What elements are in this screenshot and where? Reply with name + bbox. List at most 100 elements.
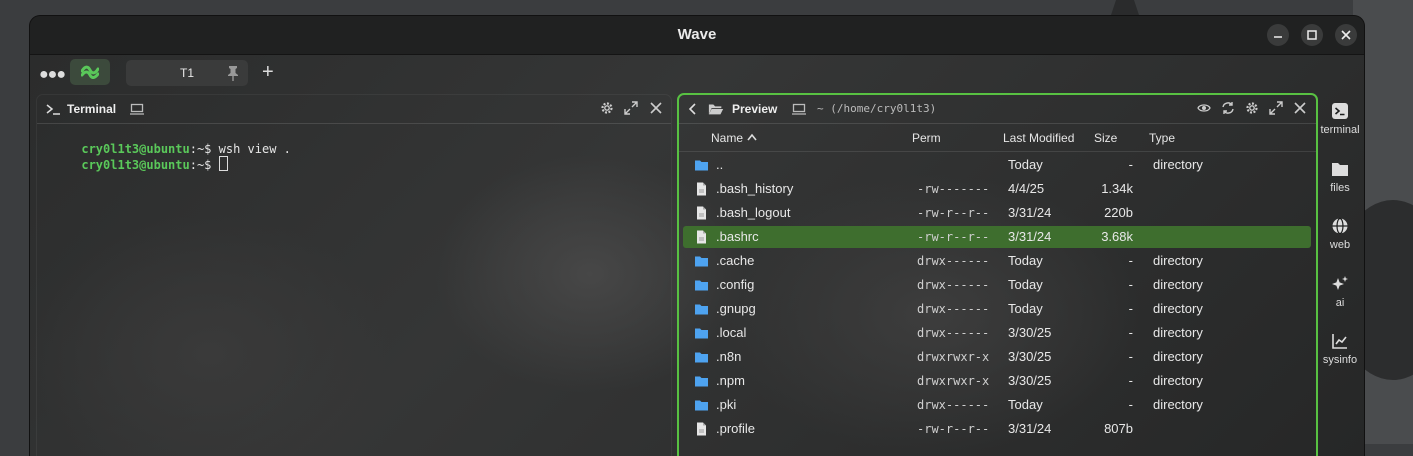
file-row[interactable]: .npm drwxrwxr-x 3/30/25 - directory xyxy=(683,370,1311,392)
widget-sysinfo[interactable]: sysinfo xyxy=(1316,332,1364,366)
terminal-prompt: :~$ xyxy=(189,158,219,172)
file-type: directory xyxy=(1153,301,1203,316)
file-name: .npm xyxy=(716,373,745,388)
terminal-title: Terminal xyxy=(67,102,117,116)
column-header-size[interactable]: Size xyxy=(1094,131,1117,145)
file-perm: drwx------ xyxy=(917,278,990,292)
terminal-icon xyxy=(46,104,60,115)
file-name: .cache xyxy=(716,253,755,268)
widget-terminal[interactable]: terminal xyxy=(1316,102,1364,136)
file-perm: -rw-r--r-- xyxy=(917,230,990,244)
preview-header: Preview ~ (/home/cry0l1t3) xyxy=(679,95,1316,124)
tab-t1[interactable]: T1 xyxy=(126,60,248,86)
folder-icon xyxy=(1332,163,1348,176)
file-row[interactable]: .bash_history -rw------- 4/4/25 1.34k xyxy=(683,178,1311,200)
file-name: .config xyxy=(716,277,755,292)
window-titlebar[interactable]: Wave xyxy=(30,16,1364,55)
app-menu-button[interactable]: ●●● xyxy=(39,66,66,84)
file-modified: Today xyxy=(1008,157,1043,172)
file-icon xyxy=(697,422,706,436)
close-window-button[interactable] xyxy=(1335,24,1357,46)
file-modified: Today xyxy=(1008,301,1043,316)
file-modified: 3/30/25 xyxy=(1008,325,1052,340)
file-type: directory xyxy=(1153,325,1203,340)
file-size: - xyxy=(1128,397,1133,412)
preview-path[interactable]: ~ (/home/cry0l1t3) xyxy=(817,102,936,115)
file-size: - xyxy=(1128,157,1133,172)
folder-icon xyxy=(695,160,708,171)
column-header-perm[interactable]: Perm xyxy=(912,131,941,145)
widget-label: files xyxy=(1330,182,1350,194)
maximize-block-icon[interactable] xyxy=(624,101,638,115)
folder-icon xyxy=(695,400,708,411)
pin-icon[interactable] xyxy=(226,65,240,81)
file-row[interactable]: .n8n drwxrwxr-x 3/30/25 - directory xyxy=(683,346,1311,368)
folder-icon xyxy=(695,304,708,315)
file-modified: Today xyxy=(1008,277,1043,292)
file-name: .n8n xyxy=(716,349,742,364)
wave-logo-icon xyxy=(81,65,99,79)
folder-icon xyxy=(695,376,708,387)
file-row[interactable]: .bash_logout -rw-r--r-- 3/31/24 220b xyxy=(683,202,1311,224)
file-modified: Today xyxy=(1008,397,1043,412)
file-row[interactable]: .gnupg drwx------ Today - directory xyxy=(683,298,1311,320)
terminal-cursor xyxy=(218,156,228,171)
widget-label: ai xyxy=(1335,297,1345,309)
file-size: - xyxy=(1128,253,1133,268)
file-row[interactable]: .profile -rw-r--r-- 3/31/24 807b xyxy=(683,418,1311,440)
file-row[interactable]: .. Today - directory xyxy=(683,154,1311,176)
file-type: directory xyxy=(1153,349,1203,364)
preview-title: Preview xyxy=(732,102,778,116)
widget-files[interactable]: files xyxy=(1316,160,1364,194)
minimize-icon xyxy=(1274,36,1282,38)
settings-icon[interactable] xyxy=(1245,101,1259,115)
close-block-icon[interactable] xyxy=(1293,101,1307,115)
folder-icon xyxy=(695,280,708,291)
widget-web[interactable]: web xyxy=(1316,217,1364,251)
maximize-button[interactable] xyxy=(1301,24,1323,46)
column-name-label: Name xyxy=(711,131,744,145)
file-modified: 3/31/24 xyxy=(1008,205,1052,220)
workspace-switcher[interactable] xyxy=(70,59,110,85)
back-icon[interactable] xyxy=(685,102,701,116)
refresh-icon[interactable] xyxy=(1221,101,1235,115)
file-row[interactable]: .config drwx------ Today - directory xyxy=(683,274,1311,296)
preview-block[interactable]: Preview ~ (/home/cry0l1t3) Name Perm Las… xyxy=(677,93,1318,456)
settings-icon[interactable] xyxy=(600,101,614,115)
terminal-header: Terminal xyxy=(37,95,671,124)
maximize-block-icon[interactable] xyxy=(1269,101,1283,115)
globe-icon xyxy=(1332,217,1348,235)
folder-icon xyxy=(695,328,708,339)
app-window: Wave ●●● T1 + Terminal cry0l1t3@ubuntu:~… xyxy=(30,16,1364,456)
file-type: directory xyxy=(1153,277,1203,292)
file-perm: drwx------ xyxy=(917,254,990,268)
file-row[interactable]: .cache drwx------ Today - directory xyxy=(683,250,1311,272)
file-row[interactable]: .bashrc -rw-r--r-- 3/31/24 3.68k xyxy=(683,226,1311,248)
add-tab-button[interactable]: + xyxy=(262,61,274,84)
column-header-modified[interactable]: Last Modified xyxy=(1003,131,1074,145)
connection-icon[interactable] xyxy=(129,102,145,116)
minimize-button[interactable] xyxy=(1267,24,1289,46)
eye-icon[interactable] xyxy=(1197,101,1211,115)
column-header-type[interactable]: Type xyxy=(1149,131,1175,145)
file-type: directory xyxy=(1153,157,1203,172)
close-block-icon[interactable] xyxy=(649,101,663,115)
chart-icon xyxy=(1332,334,1347,349)
file-name: .local xyxy=(716,325,747,340)
folder-icon xyxy=(695,352,708,363)
sparkles-icon xyxy=(1332,276,1348,290)
folder-icon xyxy=(695,256,708,267)
column-header-name[interactable]: Name xyxy=(711,131,758,145)
file-modified: Today xyxy=(1008,253,1043,268)
terminal-line[interactable]: cry0l1t3@ubuntu:~$ xyxy=(38,142,228,186)
file-row[interactable]: .pki drwx------ Today - directory xyxy=(683,394,1311,416)
file-type: directory xyxy=(1153,253,1203,268)
file-name: .bash_logout xyxy=(716,205,791,220)
widget-ai[interactable]: ai xyxy=(1316,275,1364,309)
file-perm: drwxrwxr-x xyxy=(917,374,990,388)
file-size: - xyxy=(1128,349,1133,364)
terminal-block[interactable]: Terminal cry0l1t3@ubuntu:~$ wsh view . c… xyxy=(36,94,672,456)
file-name: .bashrc xyxy=(716,229,759,244)
file-row[interactable]: .local drwx------ 3/30/25 - directory xyxy=(683,322,1311,344)
connection-icon[interactable] xyxy=(791,102,807,116)
